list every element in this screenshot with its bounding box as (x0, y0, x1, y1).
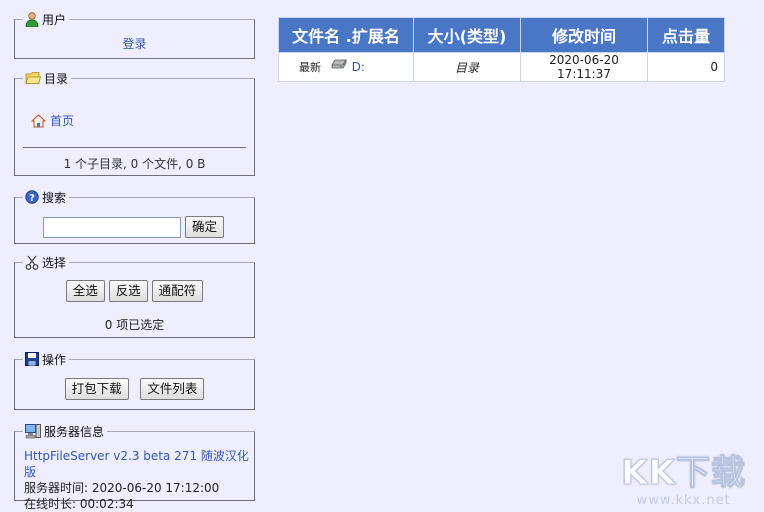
server-version-link[interactable]: HttpFileServer v2.3 beta 271 随波汉化版 (24, 449, 249, 479)
server-info-panel: 服务器信息 HttpFileServer v2.3 beta 271 随波汉化版… (14, 422, 255, 511)
actions-panel: 操作 打包下载 文件列表 (14, 350, 255, 410)
file-table: 文件名 .扩展名 大小(类型) 修改时间 点击量 最新 D: 目录 2020-0… (278, 17, 725, 82)
file-table-header: 文件名 .扩展名 大小(类型) 修改时间 点击量 (278, 17, 725, 53)
server-info-panel-legend: 服务器信息 (23, 422, 108, 440)
directory-panel: 目录 首页 1 个子目录, 0 个文件, 0 B (14, 69, 255, 176)
search-panel-title: 搜索 (42, 190, 67, 205)
user-panel: 用户 登录 (14, 10, 255, 59)
svg-text:?: ? (29, 193, 35, 204)
selection-panel: 选择 全选 反选 通配符 0 项已选定 (14, 253, 255, 338)
directory-divider (23, 147, 246, 148)
server-time: 服务器时间: 2020-06-20 17:12:00 (24, 481, 220, 495)
home-link[interactable]: 首页 (50, 112, 74, 129)
selection-status: 0 项已选定 (104, 318, 165, 332)
watermark-logo: KK下载 (621, 453, 746, 493)
actions-panel-legend: 操作 (23, 350, 70, 368)
folder-icon (25, 72, 41, 84)
watermark-url: www.kkx.net (636, 493, 731, 508)
user-panel-legend: 用户 (23, 10, 70, 28)
scissors-icon (25, 255, 39, 270)
help-icon: ? (25, 190, 39, 204)
search-ok-button[interactable]: 确定 (185, 216, 225, 238)
directory-panel-title: 目录 (44, 71, 69, 86)
selection-buttons: 全选 反选 通配符 (15, 280, 254, 302)
download-zip-button[interactable]: 打包下载 (64, 378, 129, 400)
computer-icon (25, 423, 41, 438)
column-header-filename[interactable]: 文件名 .扩展名 (278, 17, 414, 53)
directory-summary: 1 个子目录, 0 个文件, 0 B (63, 157, 206, 171)
modified-cell: 2020-06-20 17:11:37 (520, 52, 648, 82)
column-header-modified[interactable]: 修改时间 (520, 17, 648, 53)
filename-cell: 最新 D: (278, 52, 414, 82)
home-icon (31, 113, 46, 127)
wildcard-button[interactable]: 通配符 (151, 280, 204, 302)
user-panel-title: 用户 (42, 12, 67, 27)
search-panel: ? 搜索 确定 (14, 188, 255, 244)
directory-panel-legend: 目录 (23, 69, 72, 87)
invert-selection-button[interactable]: 反选 (108, 280, 148, 302)
column-header-size[interactable]: 大小(类型) (413, 17, 521, 53)
new-badge: 最新 (299, 61, 321, 74)
column-header-hits[interactable]: 点击量 (647, 17, 725, 53)
file-list-button[interactable]: 文件列表 (140, 378, 205, 400)
login-link[interactable]: 登录 (122, 37, 146, 51)
drive-link[interactable]: D: (352, 60, 365, 74)
selection-panel-legend: 选择 (23, 253, 70, 271)
search-panel-legend: ? 搜索 (23, 188, 70, 206)
drive-icon (331, 59, 347, 69)
user-icon (25, 11, 39, 27)
save-disk-icon (25, 352, 39, 366)
table-row[interactable]: 最新 D: 目录 2020-06-20 17:11:37 0 (278, 52, 725, 82)
search-input[interactable] (43, 217, 181, 238)
hits-cell: 0 (647, 52, 725, 82)
watermark: KK下载 www.kkx.net (621, 453, 746, 509)
select-all-button[interactable]: 全选 (65, 280, 105, 302)
action-buttons: 打包下载 文件列表 (15, 378, 254, 400)
size-cell: 目录 (413, 52, 521, 82)
server-info-panel-title: 服务器信息 (44, 424, 105, 439)
home-item[interactable]: 首页 (31, 112, 74, 129)
selection-panel-title: 选择 (42, 255, 67, 270)
actions-panel-title: 操作 (42, 352, 67, 367)
